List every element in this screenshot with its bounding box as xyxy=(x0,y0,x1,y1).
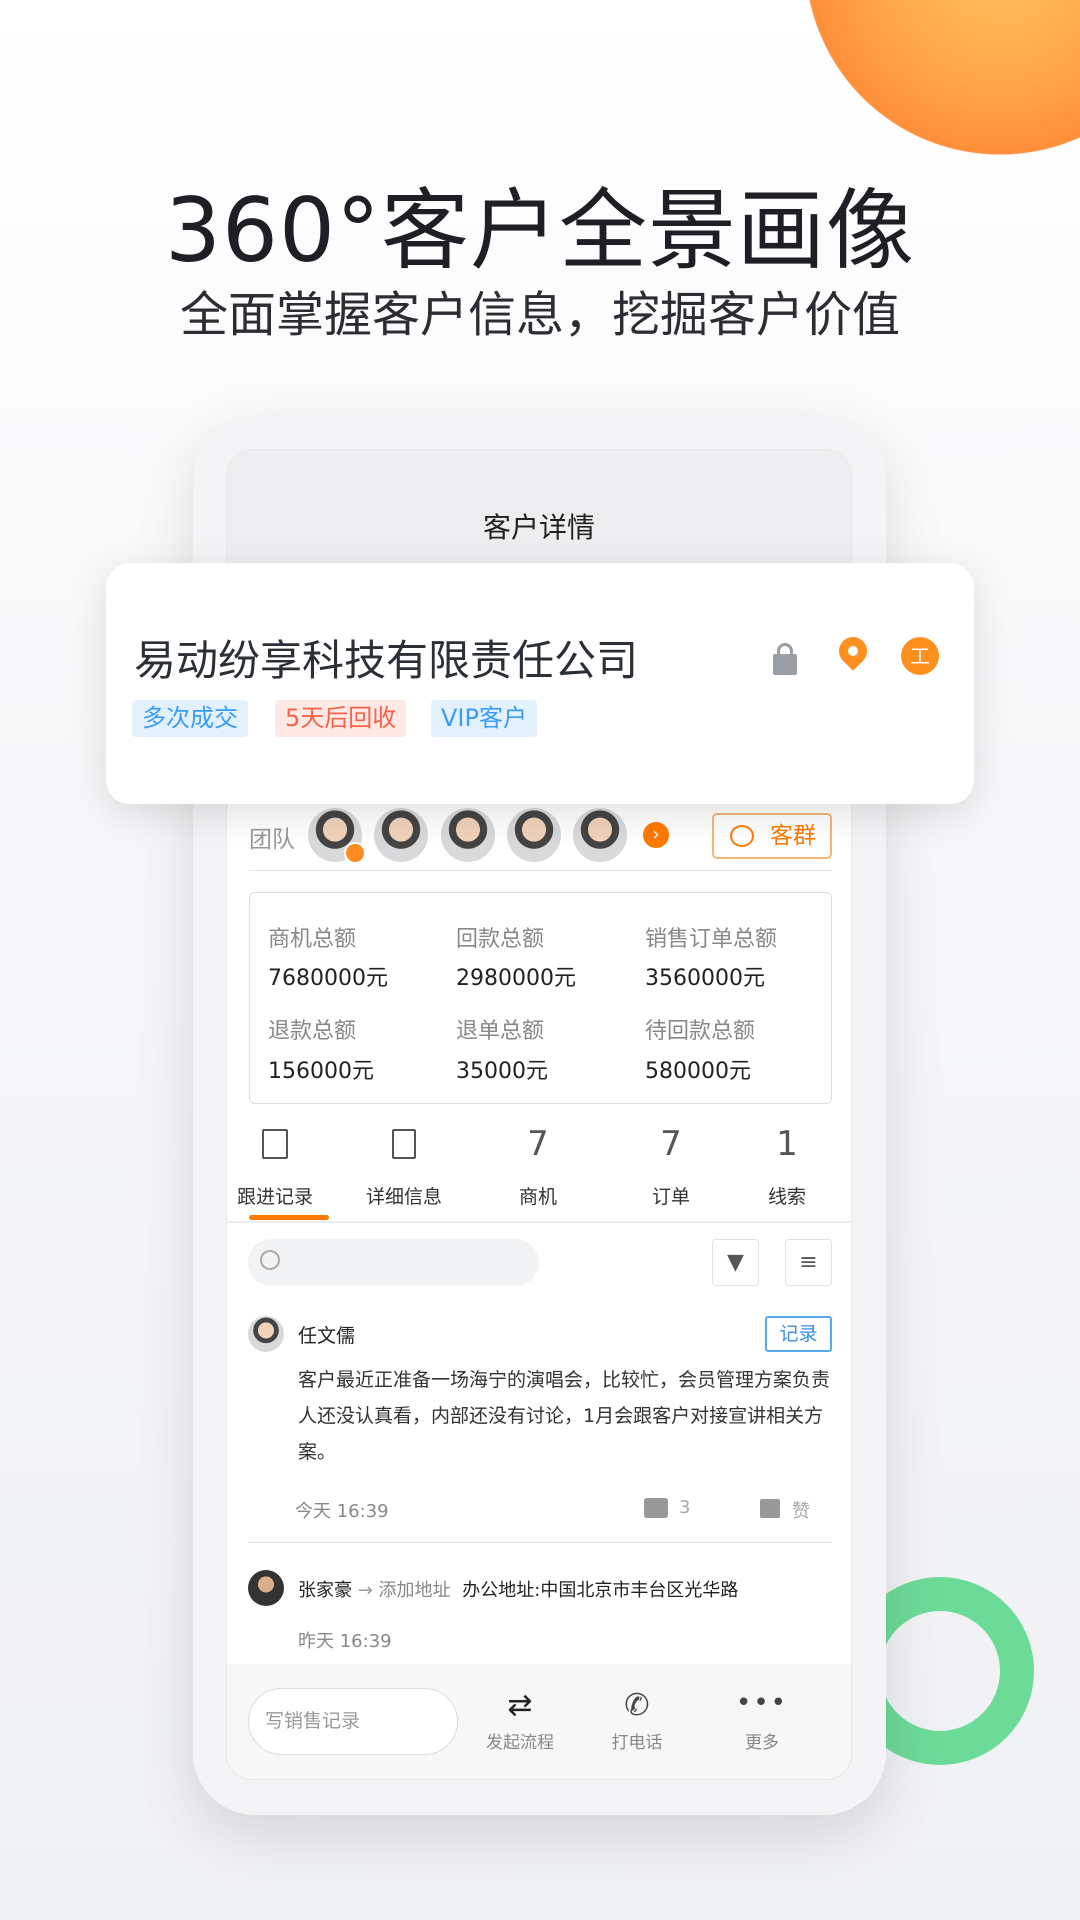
tab-label: 订单 xyxy=(651,1186,690,1208)
business-icon[interactable]: 工 xyxy=(901,637,939,675)
stat-value: 35000元 xyxy=(456,1059,548,1084)
start-process-button[interactable]: ⇄ 发起流程 xyxy=(465,1688,575,1753)
record-time: 今天 16:39 xyxy=(295,1501,389,1522)
customer-card: 易动纷享科技有限责任公司 多次成交 5天后回收 VIP客户 工 xyxy=(106,563,974,804)
action-label: 更多 xyxy=(745,1733,779,1753)
tab-opportunities[interactable]: 7 商机 xyxy=(483,1120,593,1209)
screen-title: 客户详情 xyxy=(482,511,595,544)
bottom-bar: 写销售记录 ⇄ 发起流程 ✆ 打电话 ••• 更多 xyxy=(227,1664,851,1779)
stat-label: 销售订单总额 xyxy=(645,927,778,952)
customer-group-label: 客群 xyxy=(770,823,816,849)
divider xyxy=(227,1221,851,1223)
stat-label: 回款总额 xyxy=(456,927,545,952)
tab-label: 详细信息 xyxy=(365,1186,442,1208)
tab-label: 跟进记录 xyxy=(236,1186,313,1208)
tag-multiple-deals: 多次成交 xyxy=(132,700,248,737)
more-button[interactable]: ••• 更多 xyxy=(712,1688,812,1753)
team-avatar[interactable] xyxy=(374,808,428,862)
divider xyxy=(249,870,832,871)
nav-header: 客户详情 xyxy=(227,450,851,570)
arrow-right-icon: → xyxy=(357,1580,379,1601)
chat-icon xyxy=(730,825,754,847)
stat-value: 7680000元 xyxy=(268,966,388,991)
like-label[interactable]: 赞 xyxy=(792,1497,810,1523)
tab-orders[interactable]: 7 订单 xyxy=(616,1120,726,1209)
action-label: 打电话 xyxy=(611,1733,663,1753)
lock-icon[interactable] xyxy=(773,643,797,675)
tab-follow-records[interactable]: 跟进记录 xyxy=(227,1120,330,1209)
team-label: 团队 xyxy=(249,827,295,853)
decor-orange-circle xyxy=(795,0,1080,155)
tab-label: 线索 xyxy=(767,1186,806,1208)
author-name[interactable]: 任文儒 xyxy=(298,1321,355,1348)
stats-box: 商机总额 7680000元 回款总额 2980000元 销售订单总额 35600… xyxy=(249,892,832,1104)
team-avatar[interactable] xyxy=(441,808,495,862)
search-icon xyxy=(260,1250,280,1270)
record-time: 昨天 16:39 xyxy=(298,1631,392,1652)
stat-value: 580000元 xyxy=(645,1059,751,1084)
headline-subtitle: 全面掌握客户信息，挖掘客户价值 xyxy=(179,287,900,343)
search-input[interactable] xyxy=(248,1239,539,1286)
record-clock-icon xyxy=(262,1129,288,1159)
headline-title: 360°客户全景画像 xyxy=(165,179,915,282)
author-avatar[interactable] xyxy=(248,1570,284,1606)
stat-label: 退单总额 xyxy=(456,1019,545,1044)
active-tab-indicator xyxy=(249,1215,329,1220)
owner-crown-icon xyxy=(344,842,366,864)
customer-group-button[interactable]: 客群 xyxy=(712,813,832,859)
stat-label: 商机总额 xyxy=(268,927,357,952)
more-icon: ••• xyxy=(735,1688,788,1718)
stat-value: 156000元 xyxy=(268,1059,374,1084)
stat-label: 退款总额 xyxy=(268,1019,357,1044)
activity-line: 张家豪 → 添加地址 办公地址:中国北京市丰台区光华路 xyxy=(298,1576,838,1602)
stat-label: 待回款总额 xyxy=(645,1019,756,1044)
stat-value: 2980000元 xyxy=(456,966,576,991)
company-name: 易动纷享科技有限责任公司 xyxy=(134,636,639,685)
transfer-icon: ⇄ xyxy=(507,1688,533,1723)
action-label: 发起流程 xyxy=(486,1733,554,1753)
thumbs-up-icon[interactable] xyxy=(760,1499,780,1518)
list-icon xyxy=(392,1129,416,1159)
stat-value: 3560000元 xyxy=(645,966,765,991)
filter-button[interactable]: ▼ xyxy=(712,1239,759,1286)
team-more-chevron-icon[interactable]: › xyxy=(643,822,669,848)
team-avatar[interactable] xyxy=(507,808,561,862)
record-text: 客户最近正准备一场海宁的演唱会，比较忙，会员管理方案负责人还没认真看，内部还没有… xyxy=(298,1369,831,1463)
activity-action: 添加地址 xyxy=(378,1580,451,1601)
tab-label: 商机 xyxy=(518,1186,557,1208)
team-avatar[interactable] xyxy=(573,808,627,862)
comment-icon[interactable] xyxy=(644,1498,668,1518)
comment-count: 3 xyxy=(679,1497,691,1518)
sort-icon: ≡ xyxy=(799,1250,818,1275)
sales-record-input[interactable]: 写销售记录 xyxy=(248,1688,458,1755)
tag-recycle: 5天后回收 xyxy=(275,700,407,737)
tag-vip: VIP客户 xyxy=(431,700,537,737)
phone-icon: ✆ xyxy=(624,1688,650,1723)
tab-leads[interactable]: 1 线索 xyxy=(732,1120,842,1209)
activity-detail: 办公地址:中国北京市丰台区光华路 xyxy=(462,1580,739,1601)
sort-button[interactable]: ≡ xyxy=(785,1239,832,1286)
author-avatar[interactable] xyxy=(248,1316,284,1352)
tab-count: 1 xyxy=(776,1124,798,1164)
tab-details[interactable]: 详细信息 xyxy=(349,1120,459,1209)
filter-icon: ▼ xyxy=(727,1250,744,1275)
tab-count: 7 xyxy=(527,1124,549,1164)
author-name[interactable]: 张家豪 xyxy=(298,1580,352,1601)
call-button[interactable]: ✆ 打电话 xyxy=(587,1688,687,1753)
record-type-badge: 记录 xyxy=(765,1316,832,1352)
location-pin-icon[interactable] xyxy=(833,631,873,671)
divider xyxy=(248,1542,832,1543)
tab-count: 7 xyxy=(660,1124,682,1164)
